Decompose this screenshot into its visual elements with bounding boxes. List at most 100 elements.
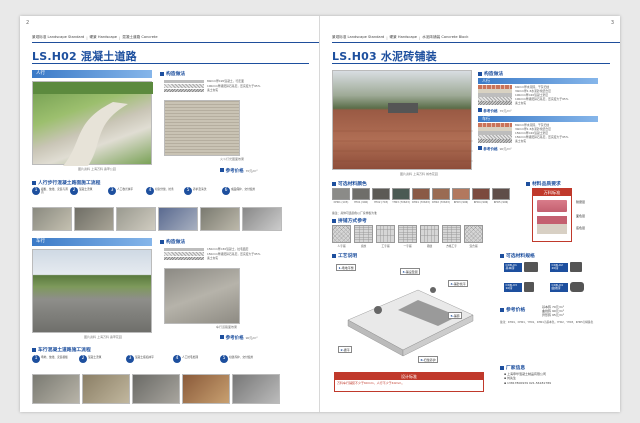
page-title: LS.H03 水泥砖铺装 [332,48,610,64]
section-ribbon-drive: 车行 [478,116,598,122]
brick-shape-icon [570,282,584,292]
breadcrumb-item: 水泥砖铺装 Concrete Block [422,35,469,39]
paving-pattern: 工字铺 [376,225,395,248]
process-step: 1 模板、放线、安装与调直 [32,187,68,195]
ref-price-heading: 参考价格 [500,306,525,313]
square-bullet-icon [500,253,504,258]
colors-heading: 可选材料颜色 [332,180,367,187]
pattern-thumbnail [398,225,417,243]
process-callout: 4.铺砂找平 [448,280,469,287]
spec-card: CDB-01 基本砖 [504,262,538,272]
maker-info: ▪ 上海申华混凝土制品有限公司 ▪ 刘先生 ▪ 13817800939 021-… [504,372,552,385]
square-bullet-icon [500,365,504,370]
reference-price: 参考价格 90元/m² [220,335,258,341]
square-bullet-icon [332,218,336,223]
page-number: 3 [610,20,614,26]
color-chip [412,188,430,200]
process-step: 2 混凝土浇筑 [79,355,115,363]
process-step: 4 切割分缝、拉条 [146,187,182,195]
process-step: 2 混凝土浇筑 [70,187,106,195]
color-swatch: RH03 (9X6) [452,188,470,204]
color-code: RH04 (9X6) [473,201,489,204]
pattern-label: 席纹 [360,244,367,248]
brick-layer [537,216,567,224]
ref-price-list: 基本砖 70元/m² 曲线砖 90元/m² 异形砖 95元/m² [542,305,564,318]
photo-caption: 车行道路面效果 [216,325,238,329]
layer-label: 面色层 [576,214,586,218]
brick-shape-icon [524,262,538,272]
pattern-label: 人字铺 [337,244,346,248]
standard-box: 万科标准 [532,188,572,242]
breadcrumb: 景观标准 Landscape Standard | 硬景 Hardscape | 水… [332,35,469,40]
spec-card: CDB-02 20砖 [550,262,582,272]
reference-price: 参考价格 70元/m² [478,108,512,114]
process-steps: 1 场地、放线、安装模板 2 混凝土浇筑 3 混凝土振捣抹平 4 人工拉毛处理 5 切缝养… [32,355,256,363]
color-swatch: RH01 (7X6X3) [412,188,430,204]
color-chip [392,188,410,200]
pattern-label: 错缝 [426,244,433,248]
paving-patterns: 人字铺 席纹 工字铺 一字铺 错缝 方格工字 混合铺 [332,225,483,248]
structure-heading: 构造做法 [160,238,185,245]
color-code: RH05 (9X6) [493,201,509,204]
pattern-label: 混合铺 [469,244,478,248]
layer-label: 底色层 [576,226,586,230]
section-ribbon-sidewalk: 人行 [32,70,152,78]
color-code: DH01 (1X3) [333,201,349,204]
layer-label: 耐磨层 [576,200,586,204]
pattern-thumbnail [354,225,373,243]
square-bullet-icon [478,108,482,112]
color-chip [492,188,510,200]
texture-photo [164,268,240,324]
process-photos [32,374,280,404]
pattern-thumbnail [376,225,395,243]
photo-caption: 火斗灯光图面效果 [220,157,245,161]
pattern-thumbnail [442,225,461,243]
paving-pattern: 席纹 [354,225,373,248]
color-chip [472,188,490,200]
pattern-thumbnail [332,225,351,243]
square-bullet-icon [32,347,36,352]
right-page: 3 景观标准 Landscape Standard | 硬景 Hardscape |… [320,16,620,412]
color-chip [432,188,450,200]
process-photos [32,207,282,231]
path-illustration [33,82,153,166]
process-step: 5 养护及清洗 [184,187,220,195]
process-step: 3 人工收光抹平 [108,187,144,195]
reference-price: 参考价格 90元/m² [478,146,512,152]
process-step: 5 切缝养护、交付使用 [220,355,256,363]
photo-caption: 图片资料 上海万科 翡翠公园 [78,167,116,171]
process-step: 4 人工拉毛处理 [173,355,209,363]
color-code: YH03 (7X6X3) [392,201,410,204]
spec-card: CDB-03 10砖 [504,282,534,292]
square-bullet-icon [160,71,164,76]
paving-pattern: 混合铺 [464,225,483,248]
process-step: 1 场地、放线、安装模板 [32,355,68,363]
driveway-photo [32,249,152,333]
brick-shape-icon [524,282,534,292]
color-code: YH02 (7X3) [373,201,389,204]
paving-pattern: 错缝 [420,225,439,248]
pattern-thumbnail [464,225,483,243]
color-code: RH02 (7X6X3) [432,201,450,204]
square-bullet-icon [526,181,530,186]
square-bullet-icon [332,253,336,258]
left-page: 2 景观标准 Landscape Standard | 硬景 Hardscape |… [20,16,320,412]
spec-heading: 可选材料规格 [500,252,535,259]
process-steps: 1 模板、放线、安装与调直 2 混凝土浇筑 3 人工收光抹平 4 切割分缝、拉条 5 养护… [32,187,258,195]
breadcrumb-item: 景观标准 Landscape Standard [332,35,385,39]
structure-layers: 150mm厚C30混凝土，拉毛面层 150mm厚级配碎石基层，压实度大于95% … [164,247,260,261]
design-standard-text: 万科车行铺装不少于60mm，人行不少于40mm。 [337,381,405,385]
color-swatch: YH03 (7X6X3) [392,188,410,204]
sidewalk-photo [32,81,153,166]
square-bullet-icon [478,71,482,76]
pattern-label: 方格工字 [446,244,457,248]
breadcrumb: 景观标准 Landscape Standard | 硬景 Hardscape | 混… [32,35,158,40]
standard-box-head: 万科标准 [533,189,571,196]
reference-price: 参考价格 70元/m² [220,168,258,174]
square-bullet-icon [220,335,224,339]
process-step: 3 混凝土振捣抹平 [126,355,162,363]
section-ribbon-driveway: 车行 [32,238,152,246]
color-code: RH01 (7X6X3) [412,201,430,204]
process-callout: 6.扫缝养护 [418,356,439,363]
color-code: YH01 (9X6) [353,201,369,204]
